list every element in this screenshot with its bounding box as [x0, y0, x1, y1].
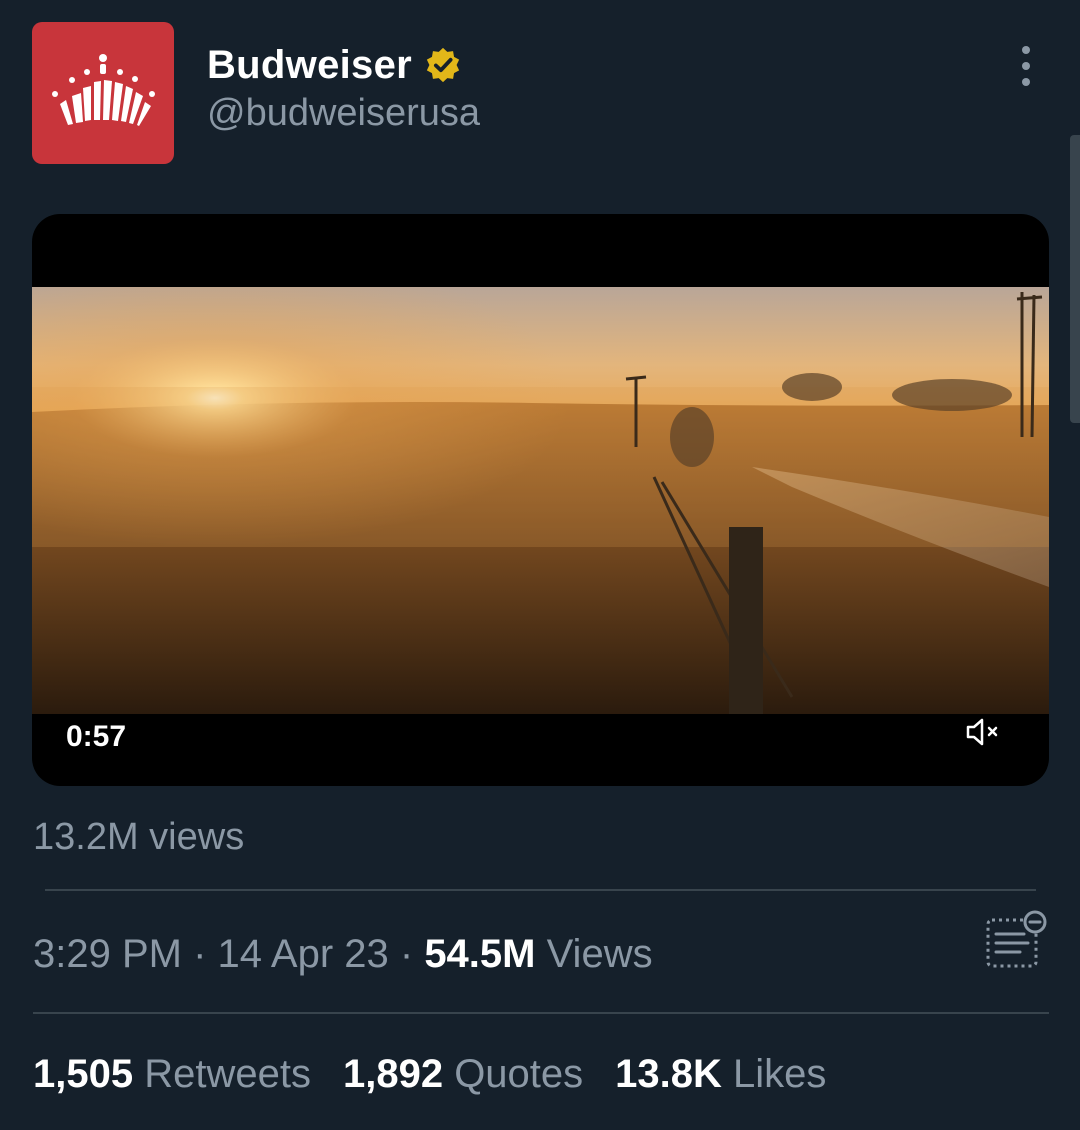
retweets-label: Retweets: [133, 1052, 311, 1096]
video-frame: [32, 287, 1049, 714]
video-player[interactable]: 0:57: [32, 214, 1049, 786]
more-options-icon[interactable]: [1008, 44, 1044, 88]
separator: ·: [388, 932, 425, 976]
more-dot: [1022, 46, 1030, 54]
likes-label: Likes: [721, 1052, 827, 1096]
quotes-stat[interactable]: 1,892 Quotes: [343, 1052, 583, 1097]
analytics-icon: [986, 910, 1047, 968]
tweet-meta: 3:29 PM · 14 Apr 23 · 54.5M Views: [33, 932, 653, 977]
author-handle[interactable]: @budweiserusa: [207, 92, 480, 135]
retweets-count: 1,505: [33, 1052, 134, 1096]
divider: [33, 1012, 1049, 1014]
tweet-date[interactable]: 14 Apr 23: [218, 932, 389, 976]
tweet-time[interactable]: 3:29 PM: [33, 932, 182, 976]
total-views-count: 54.5M: [424, 932, 536, 976]
retweets-stat[interactable]: 1,505 Retweets: [33, 1052, 311, 1097]
author-name[interactable]: Budweiser: [207, 43, 412, 88]
divider: [45, 889, 1036, 891]
video-duration: 0:57: [66, 720, 127, 753]
video-view-count: 13.2M views: [33, 816, 245, 858]
quotes-label: Quotes: [443, 1052, 584, 1096]
scrollbar-thumb[interactable]: [1070, 135, 1080, 423]
analytics-button[interactable]: [984, 910, 1050, 974]
likes-count: 13.8K: [615, 1052, 722, 1096]
verified-badge-icon[interactable]: [424, 46, 462, 84]
engagement-stats: 1,505 Retweets 1,892 Quotes 13.8K Likes: [33, 1052, 826, 1097]
avatar[interactable]: [32, 22, 174, 164]
total-views-label: Views: [535, 932, 653, 976]
budweiser-crown-logo: [52, 54, 155, 126]
quotes-count: 1,892: [342, 1052, 444, 1096]
mute-button[interactable]: [960, 710, 1008, 754]
separator: ·: [181, 932, 218, 976]
likes-stat[interactable]: 13.8K Likes: [615, 1052, 826, 1097]
more-dot: [1022, 78, 1030, 86]
author-name-row[interactable]: Budweiser: [207, 40, 462, 90]
more-dot: [1022, 62, 1030, 70]
speaker-muted-icon: [966, 718, 998, 746]
